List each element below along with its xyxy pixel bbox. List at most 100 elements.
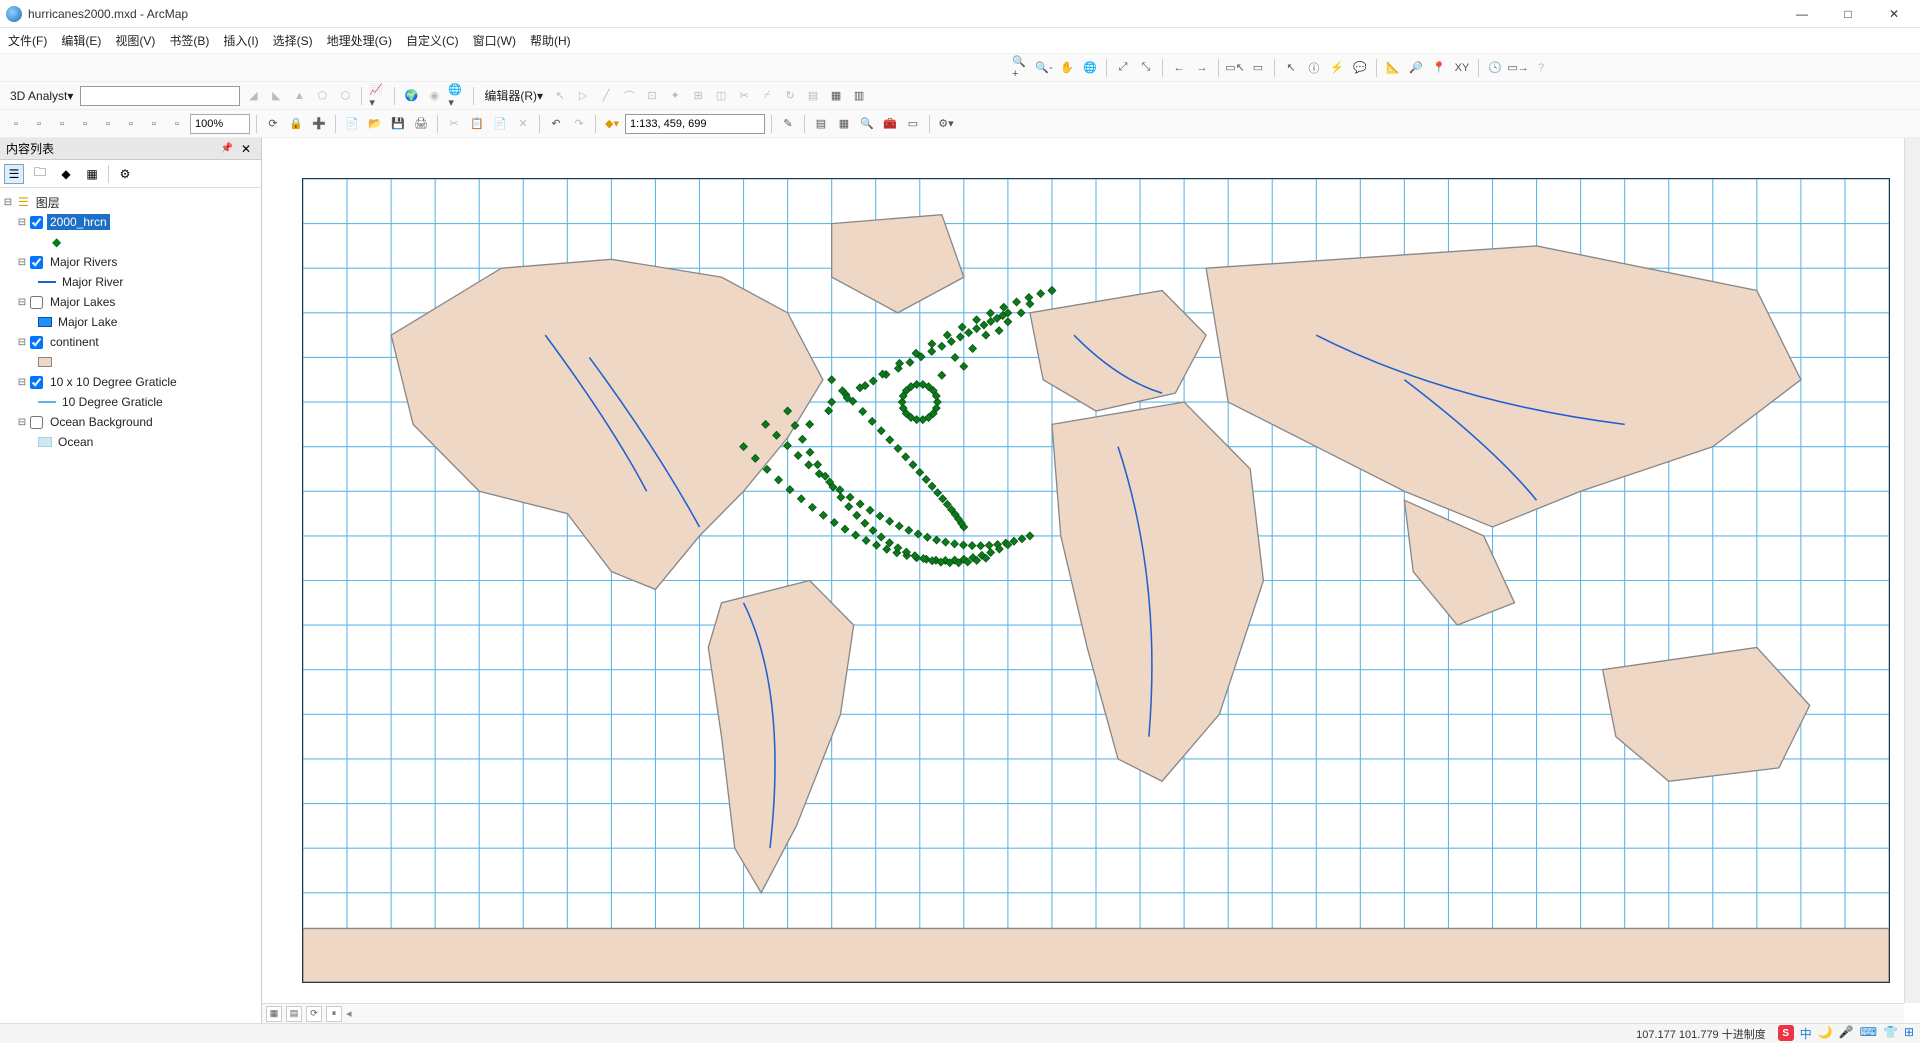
toc-list-by-drawing-icon[interactable]: ☰ [4, 164, 24, 184]
layer-major-rivers[interactable]: ⊟ Major Rivers [2, 252, 259, 272]
expand-icon[interactable]: ⊟ [16, 297, 28, 308]
zoom-percent-combo[interactable]: 100% [190, 114, 250, 134]
menu-help[interactable]: 帮助(H) [530, 32, 571, 49]
layer-label[interactable]: continent [47, 334, 102, 350]
layer-2000-hrcn[interactable]: ⊟ 2000_hrcn [2, 212, 259, 232]
menu-window[interactable]: 窗口(W) [473, 32, 516, 49]
forward-icon[interactable]: → [1192, 58, 1212, 78]
layer-graticle[interactable]: ⊟ 10 x 10 Degree Graticle [2, 372, 259, 392]
toc-list-by-visibility-icon[interactable]: ◆ [56, 164, 76, 184]
refresh-icon[interactable]: ⟳ [263, 114, 283, 134]
editor-label[interactable]: 编辑器(R)▾ [480, 87, 547, 104]
layer-ocean[interactable]: ⊟ Ocean Background [2, 412, 259, 432]
refresh-view-button[interactable]: ⟳ [306, 1006, 322, 1022]
zoom-out-icon[interactable]: 🔍- [1034, 58, 1054, 78]
layer-checkbox[interactable] [30, 256, 43, 269]
add-data-plus-icon[interactable]: ◆▾ [602, 114, 622, 134]
layer-continent[interactable]: ⊟ continent [2, 332, 259, 352]
print-icon[interactable]: ▫ [75, 114, 95, 134]
expand-icon[interactable]: ⊟ [2, 197, 14, 208]
menu-file[interactable]: 文件(F) [8, 32, 47, 49]
graph-icon[interactable]: 📈▾ [368, 86, 388, 106]
toc-list-by-source-icon[interactable]: 🗀 [30, 164, 50, 184]
layer-checkbox[interactable] [30, 296, 43, 309]
print-doc-icon[interactable]: 🖨 [411, 114, 431, 134]
add-data-icon[interactable]: ➕ [309, 114, 329, 134]
expand-icon[interactable]: ⊟ [16, 257, 28, 268]
save-doc-icon[interactable]: 💾 [388, 114, 408, 134]
data-view-button[interactable]: ▦ [266, 1006, 282, 1022]
menu-view[interactable]: 视图(V) [115, 32, 155, 49]
toc-list-by-selection-icon[interactable]: ▦ [82, 164, 102, 184]
toc-close-icon[interactable]: ✕ [237, 142, 255, 156]
clear-selection-icon[interactable]: ▭ [1248, 58, 1268, 78]
open-folder-icon[interactable]: 📂 [365, 114, 385, 134]
vertical-scrollbar[interactable] [1904, 138, 1920, 1003]
toc-pin-icon[interactable]: 📌 [216, 143, 236, 154]
identify-icon[interactable]: ⓘ [1304, 58, 1324, 78]
ime-keyboard-icon[interactable]: ⌨ [1860, 1025, 1877, 1042]
expand-icon[interactable]: ⊟ [16, 417, 28, 428]
delete-icon[interactable]: ▫ [167, 114, 187, 134]
new-doc-icon[interactable]: 📄 [342, 114, 362, 134]
ime-lang-icon[interactable]: 中 [1800, 1025, 1812, 1042]
help-icon[interactable]: ? [1531, 58, 1551, 78]
open-icon[interactable]: ▫ [29, 114, 49, 134]
menu-customize[interactable]: 自定义(C) [406, 32, 459, 49]
menu-bookmarks[interactable]: 书签(B) [169, 32, 209, 49]
new-mxd-icon[interactable]: ▫ [6, 114, 26, 134]
select-elements-icon[interactable]: ↖ [1281, 58, 1301, 78]
go-to-xy-icon[interactable]: XY [1452, 58, 1472, 78]
cut-icon[interactable]: ▫ [98, 114, 118, 134]
layer-checkbox[interactable] [30, 216, 43, 229]
expand-icon[interactable]: ⊟ [16, 377, 28, 388]
layer-label[interactable]: 10 x 10 Degree Graticle [47, 374, 180, 390]
toc-root-row[interactable]: ⊟ ☰ 图层 [2, 192, 259, 212]
select-features-icon[interactable]: ▭↖ [1225, 58, 1245, 78]
copy-icon[interactable]: ▫ [121, 114, 141, 134]
layer-label[interactable]: 2000_hrcn [47, 214, 110, 230]
paste-icon[interactable]: ▫ [144, 114, 164, 134]
model-builder-icon[interactable]: ⚙▾ [936, 114, 956, 134]
measure-icon[interactable]: 📐 [1383, 58, 1403, 78]
search-window-icon[interactable]: 🔍 [857, 114, 877, 134]
analyst-label[interactable]: 3D Analyst▾ [6, 89, 77, 103]
options-icon[interactable]: 🌐▾ [447, 86, 467, 106]
full-extent-icon[interactable]: 🌐 [1080, 58, 1100, 78]
zoom-in-icon[interactable]: 🔍+ [1011, 58, 1031, 78]
html-popup-icon[interactable]: 💬 [1350, 58, 1370, 78]
close-button[interactable]: ✕ [1880, 4, 1908, 24]
python-icon[interactable]: ▭ [903, 114, 923, 134]
ime-sogou-icon[interactable]: S [1778, 1025, 1794, 1041]
map-scale-input[interactable] [625, 114, 765, 134]
back-icon[interactable]: ← [1169, 58, 1189, 78]
analyst-layer-combo[interactable] [80, 86, 240, 106]
save-icon[interactable]: ▫ [52, 114, 72, 134]
map-canvas[interactable] [303, 179, 1889, 982]
map-view[interactable]: ▦ ▤ ⟳ ⏸ ◂ [262, 138, 1920, 1023]
editor-toolbar-icon[interactable]: ✎ [778, 114, 798, 134]
lock-icon[interactable]: 🔒 [286, 114, 306, 134]
time-slider-icon[interactable]: 🕓 [1485, 58, 1505, 78]
ime-skin-icon[interactable]: 👕 [1883, 1025, 1898, 1042]
pan-icon[interactable]: ✋ [1057, 58, 1077, 78]
layer-label[interactable]: Ocean Background [47, 414, 156, 430]
pause-drawing-button[interactable]: ⏸ [326, 1006, 342, 1022]
maximize-button[interactable]: □ [1834, 4, 1862, 24]
fixed-zoom-out-icon[interactable]: ⤡ [1136, 58, 1156, 78]
ime-mic-icon[interactable]: 🎤 [1839, 1025, 1854, 1042]
layer-label[interactable]: Major Lakes [47, 294, 118, 310]
ime-moon-icon[interactable]: 🌙 [1818, 1025, 1833, 1042]
menu-insert[interactable]: 插入(I) [223, 32, 258, 49]
layer-checkbox[interactable] [30, 336, 43, 349]
minimize-button[interactable]: — [1788, 4, 1816, 24]
sketch-properties-icon[interactable]: ▦ [826, 86, 846, 106]
arctoolbox-icon[interactable]: 🧰 [880, 114, 900, 134]
undo-icon[interactable]: ↶ [546, 114, 566, 134]
fixed-zoom-in-icon[interactable]: ⤢ [1113, 58, 1133, 78]
layer-checkbox[interactable] [30, 416, 43, 429]
expand-icon[interactable]: ⊟ [16, 217, 28, 228]
copy2-icon[interactable]: 📋 [467, 114, 487, 134]
globe-icon[interactable]: 🌍 [401, 86, 421, 106]
menu-selection[interactable]: 选择(S) [273, 32, 313, 49]
